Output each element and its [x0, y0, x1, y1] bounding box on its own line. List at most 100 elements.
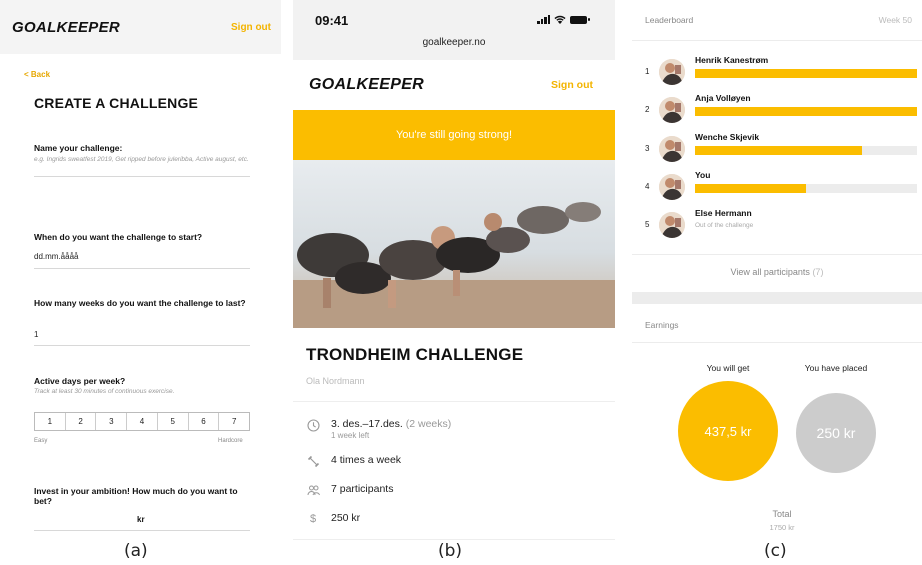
participant-status: Out of the challenge: [695, 222, 754, 229]
avatar: [659, 212, 685, 238]
wifi-icon: [554, 15, 566, 24]
avatar: [659, 97, 685, 123]
total-value: 1750 kr: [769, 523, 795, 532]
rank-number: 4: [645, 182, 650, 191]
participant-name: You: [695, 170, 711, 180]
leaderboard-screen: Leaderboard Week 50 1 Henrik Kanestrøm 2 An…: [632, 0, 922, 540]
divider: [632, 342, 922, 343]
week-label: Week 50: [878, 15, 912, 25]
caption-a: (a): [124, 541, 148, 561]
sign-out-link[interactable]: Sign out: [231, 22, 271, 33]
participant-name: Else Hermann: [695, 208, 752, 218]
battery-icon: [570, 15, 590, 24]
avatar: [659, 174, 685, 200]
dumbbell-icon: [306, 454, 320, 468]
participant-name: Anja Volløyen: [695, 93, 751, 103]
day-option-6[interactable]: 6: [189, 413, 220, 430]
active-days-label: Active days per week?: [34, 376, 126, 386]
athletes-image: [293, 160, 615, 328]
rank-number: 5: [645, 220, 650, 229]
divider: [293, 401, 615, 402]
time-left: 1 week left: [331, 431, 370, 440]
leaderboard-title: Leaderboard: [645, 15, 694, 25]
day-option-2[interactable]: 2: [66, 413, 97, 430]
participant-name: Wenche Skjevik: [695, 132, 760, 142]
challenge-detail-screen: 09:41 goalkeeper.no GOALKEEPER Sign out …: [293, 0, 615, 540]
challenge-frequency: 4 times a week: [331, 454, 402, 466]
participants-row: 7 participants: [306, 483, 393, 497]
app-logo: GOALKEEPER: [309, 76, 425, 93]
avatar: [659, 136, 685, 162]
people-icon: [306, 483, 320, 497]
address-bar[interactable]: goalkeeper.no: [293, 37, 615, 48]
active-days-selector: 1 2 3 4 5 6 7: [34, 412, 250, 431]
frequency-row: 4 times a week: [306, 454, 401, 468]
leaderboard-row[interactable]: 3 Wenche Skjevik: [632, 132, 922, 162]
will-get-label: You will get: [706, 363, 750, 373]
start-date-label: When do you want the challenge to start?: [34, 232, 203, 242]
challenge-owner: Ola Nordmann: [306, 376, 365, 386]
leaderboard-row[interactable]: 4 You: [632, 170, 922, 200]
dates-row: 3. des.–17.des. (2 weeks) 1 week left: [306, 418, 451, 440]
weeks-input[interactable]: 1: [34, 330, 38, 339]
rank-number: 2: [645, 105, 650, 114]
placed-label: You have placed: [804, 363, 868, 373]
earnings-title: Earnings: [645, 320, 679, 330]
caption-c: (c): [764, 541, 787, 561]
back-link[interactable]: < Back: [24, 70, 50, 79]
status-banner: You're still going strong!: [293, 110, 615, 160]
leaderboard-row[interactable]: 1 Henrik Kanestrøm: [632, 55, 922, 85]
app-header: GOALKEEPER Sign out: [293, 60, 615, 110]
app-header: GOALKEEPER Sign out: [0, 0, 281, 54]
weeks-label: How many weeks do you want the challenge…: [34, 298, 246, 308]
rank-number: 3: [645, 144, 650, 153]
total-label: Total: [772, 509, 792, 519]
stake-row: $ 250 kr: [306, 512, 360, 526]
placed-bubble: 250 kr: [796, 393, 876, 473]
page-title: CREATE A CHALLENGE: [34, 95, 199, 111]
clock-icon: [306, 418, 320, 432]
challenge-name-hint: e.g. Ingrids sweatfest 2019, Get ripped …: [34, 156, 249, 163]
status-icons: [537, 15, 590, 24]
progress-bar: [695, 184, 917, 193]
progress-fill: [695, 146, 862, 155]
challenge-stake: 250 kr: [331, 512, 361, 524]
view-all-count: (7): [812, 267, 824, 277]
signal-icon: [537, 15, 550, 24]
leaderboard-row[interactable]: 5 Else Hermann Out of the challenge: [632, 208, 922, 238]
day-option-1[interactable]: 1: [35, 413, 66, 430]
day-option-5[interactable]: 5: [158, 413, 189, 430]
challenge-name-label: Name your challenge:: [34, 143, 123, 153]
participant-name: Henrik Kanestrøm: [695, 55, 769, 65]
view-all-participants-link[interactable]: View all participants (7): [632, 267, 922, 277]
day-option-3[interactable]: 3: [96, 413, 128, 430]
challenge-duration: (2 weeks): [405, 418, 452, 430]
progress-fill: [695, 69, 917, 78]
start-date-input[interactable]: dd.mm.åååå: [34, 252, 78, 261]
start-date-underline: [34, 268, 250, 269]
progress-bar: [695, 146, 917, 155]
leaderboard-row[interactable]: 2 Anja Volløyen: [632, 93, 922, 123]
progress-fill: [695, 184, 806, 193]
dollar-icon: $: [309, 513, 317, 525]
scale-high-label: Hardcore: [218, 438, 243, 444]
challenge-name-input[interactable]: [34, 176, 250, 200]
caption-b: (b): [438, 541, 463, 561]
challenge-dates: 3. des.–17.des.: [331, 418, 403, 430]
invest-input[interactable]: kr: [137, 515, 145, 524]
section-separator: [632, 292, 922, 304]
progress-fill: [695, 107, 917, 116]
avatar: [659, 59, 685, 85]
challenge-photo: [293, 160, 615, 328]
create-challenge-screen: GOALKEEPER Sign out < Back CREATE A CHAL…: [0, 0, 281, 540]
invest-underline: [34, 530, 250, 531]
sign-out-link[interactable]: Sign out: [551, 79, 593, 91]
browser-status-bar: 09:41 goalkeeper.no: [293, 0, 615, 60]
divider: [632, 254, 922, 255]
will-get-bubble: 437,5 kr: [678, 381, 778, 481]
day-option-4[interactable]: 4: [127, 413, 158, 430]
invest-label: Invest in your ambition! How much do you…: [34, 486, 238, 507]
divider-bottom: [293, 539, 615, 540]
day-option-7[interactable]: 7: [219, 413, 249, 430]
rank-number: 1: [645, 67, 650, 76]
